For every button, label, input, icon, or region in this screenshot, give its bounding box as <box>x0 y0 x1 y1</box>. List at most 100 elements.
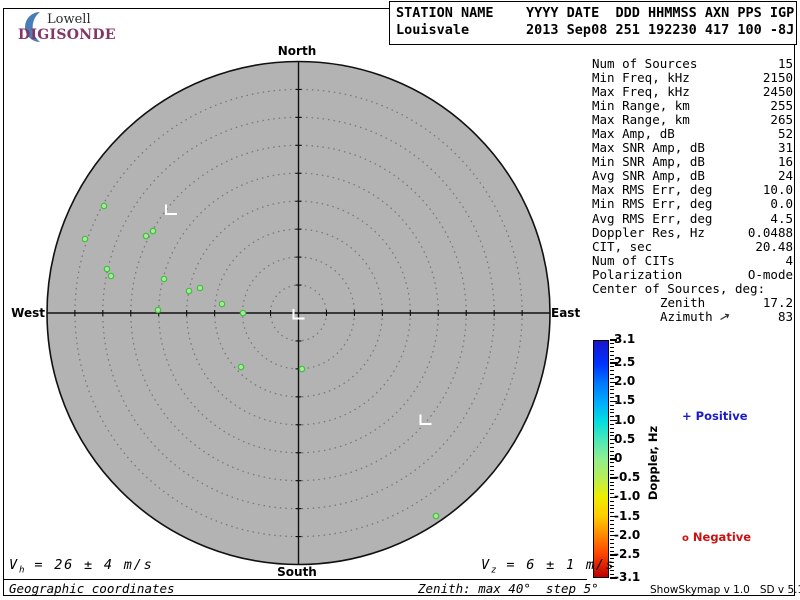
colorbar-tick-label: 3.1 <box>614 332 636 346</box>
stat-label: Max RMS Err, deg <box>592 182 713 198</box>
colorbar-axis-label: Doppler, Hz <box>646 425 660 501</box>
plus-icon: + <box>682 409 692 423</box>
colorbar-minor-tick <box>610 431 614 433</box>
station-header: STATION NAME YYYY DATE DDD HHMMSS AXN PP… <box>389 1 797 45</box>
stat-label: Min Freq, kHz <box>592 70 690 86</box>
stats-row: Min SNR Amp, dB 16 <box>592 155 793 169</box>
colorbar-minor-tick <box>610 531 614 533</box>
stat-value: 83 <box>777 308 793 324</box>
colorbar-minor-tick <box>610 423 614 425</box>
stats-row: Num of CITs 4 <box>592 252 793 268</box>
colorbar-minor-tick <box>610 374 614 376</box>
colorbar-minor-tick <box>610 462 614 464</box>
colorbar-minor-tick <box>610 347 614 349</box>
colorbar-minor-tick <box>610 351 614 353</box>
station-header-values: Louisvale 2013 Sep08 251 192230 417 100 … <box>396 22 795 38</box>
colorbar-tick-label: 1.5 <box>614 393 636 408</box>
colorbar-minor-tick <box>610 546 614 548</box>
showskymap-window: Lowell DIGISONDE STATION NAME YYYY DATE … <box>0 0 800 600</box>
stat-label: Zenith <box>660 294 706 310</box>
colorbar-minor-tick <box>610 427 614 429</box>
stats-row: Center of Sources, deg: <box>592 280 793 296</box>
stat-label: Max Range, km <box>592 112 690 128</box>
legend-positive: + Positive <box>666 395 748 437</box>
colorbar-minor-tick <box>610 435 614 437</box>
doppler-colorbar <box>593 340 609 578</box>
stats-row: CIT, sec 20.48 <box>592 238 793 254</box>
stat-label: Max Amp, dB <box>592 126 675 142</box>
colorbar-minor-tick <box>610 393 614 395</box>
colorbar-minor-tick <box>610 485 614 487</box>
stat-label: Center of Sources, deg: <box>592 280 766 296</box>
colorbar-tick-label: -1.5 <box>614 508 641 523</box>
stat-label: Min SNR Amp, dB <box>592 154 705 170</box>
stat-label: Num of Sources <box>592 56 698 71</box>
stats-row: Polarization O-mode <box>592 266 793 282</box>
colorbar-tick-label: -3.1 <box>614 570 641 584</box>
colorbar-tick-label: -2.0 <box>614 527 641 542</box>
stat-label: CIT, sec <box>592 238 653 254</box>
colorbar-minor-tick <box>610 416 614 418</box>
stat-value: 24 <box>777 168 793 184</box>
stats-row: Num of Sources 15 <box>592 56 793 71</box>
stats-row: Max Freq, kHz 2450 <box>592 85 793 99</box>
stats-row: Azimuth 83 <box>592 308 793 324</box>
stats-row: Avg SNR Amp, dB 24 <box>592 169 793 183</box>
colorbar-minor-tick <box>610 389 614 391</box>
stat-value: 0.0488 <box>747 224 793 240</box>
colorbar-minor-tick <box>610 512 614 514</box>
colorbar-tick-label: -2.5 <box>614 546 641 561</box>
stats-row: Min Range, km 255 <box>592 99 793 113</box>
colorbar-tick-label: 0.5 <box>614 431 636 446</box>
stat-label: Avg SNR Amp, dB <box>592 168 705 184</box>
colorbar-minor-tick <box>610 443 614 445</box>
coordinate-system-label: Geographic coordinates <box>9 581 175 596</box>
stat-label: Min RMS Err, deg <box>592 196 713 212</box>
colorbar-minor-tick <box>610 504 614 506</box>
stat-value: 2450 <box>762 84 793 100</box>
colorbar-minor-tick <box>610 404 614 406</box>
stat-value: O-mode <box>747 266 793 282</box>
colorbar-minor-tick <box>610 519 614 521</box>
colorbar-minor-tick <box>610 527 614 529</box>
colorbar-tick-label: 0 <box>614 451 623 465</box>
stat-label: Polarization <box>592 266 683 282</box>
colorbar-minor-tick <box>610 508 614 510</box>
legend-negative-label: Negative <box>692 530 752 544</box>
stats-row: Avg RMS Err, deg 4.5 <box>592 210 793 226</box>
stat-label: Min Range, km <box>592 98 690 114</box>
compass-west-label: West <box>11 306 45 320</box>
stat-label: Num of CITs <box>592 252 675 268</box>
colorbar-tick-label: 2.5 <box>614 355 636 370</box>
lowell-digisonde-logo: Lowell DIGISONDE <box>16 9 166 45</box>
stat-value: 255 <box>770 98 793 114</box>
colorbar-minor-tick <box>610 397 614 399</box>
stats-row: Max Range, km 265 <box>592 113 793 127</box>
circle-icon: o <box>682 533 689 544</box>
stats-row: Max Amp, dB 52 <box>592 127 793 141</box>
stat-value: 31 <box>777 140 793 156</box>
colorbar-minor-tick <box>610 500 614 502</box>
colorbar-minor-tick <box>610 450 614 452</box>
compass-north-label: North <box>277 44 317 58</box>
colorbar-minor-tick <box>610 493 614 495</box>
colorbar-minor-tick <box>610 366 614 368</box>
colorbar-minor-tick <box>610 473 614 475</box>
stat-label: Avg RMS Err, deg <box>592 210 713 226</box>
compass-east-label: East <box>551 306 581 320</box>
colorbar-minor-tick <box>610 466 614 468</box>
colorbar-minor-tick <box>610 550 614 552</box>
zenith-grid-info: Zenith: max 40° step 5° <box>418 581 599 596</box>
stat-value: 15 <box>777 56 793 71</box>
colorbar-minor-tick <box>610 412 614 414</box>
colorbar-tick-label: 1.0 <box>614 412 636 427</box>
azimuth-direction-arrow-icon <box>719 313 730 320</box>
stat-value: 16 <box>777 154 793 170</box>
stats-row: Zenith 17.2 <box>592 294 793 310</box>
horizontal-velocity-readout: Vh = 26 ± 4 m/s <box>9 557 154 576</box>
stat-value: 10.0 <box>762 182 793 198</box>
stats-row: Max RMS Err, deg 10.0 <box>592 183 793 197</box>
colorbar-tick-label: 2.0 <box>614 374 636 389</box>
colorbar-tick-label: -0.5 <box>614 470 641 485</box>
logo-digisonde-text: DIGISONDE <box>18 27 116 43</box>
